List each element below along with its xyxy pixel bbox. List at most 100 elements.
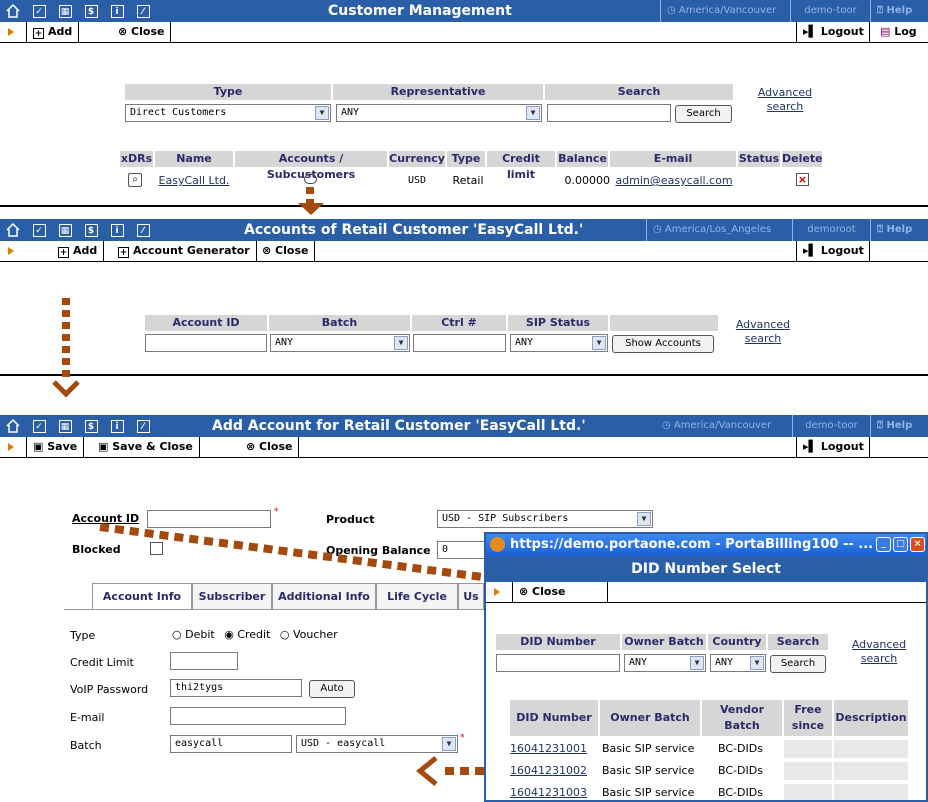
dollar-icon[interactable]: $ [78,415,104,437]
product-label: Product [326,513,375,526]
info-icon[interactable]: i [104,0,130,22]
grid-icon[interactable]: ▦ [52,0,78,22]
account-generator-button[interactable]: + Account Generator [112,241,257,261]
close-window-icon[interactable]: × [910,537,925,552]
account-id-input[interactable] [147,510,271,528]
user-name[interactable]: demo-toor [792,415,870,437]
did-number-link[interactable]: 16041231001 [510,742,598,756]
email-input[interactable] [170,707,346,725]
close-button[interactable]: ⊗ Close [256,241,316,261]
add-button[interactable]: + Add [26,22,80,42]
checkbox-icon[interactable]: ✓ [26,0,52,22]
popup-header: DID Number Select [486,556,926,582]
user-name[interactable]: demoroot [792,219,870,241]
add-button[interactable] [0,22,12,42]
close-icon: ⊗ [262,244,276,257]
country-select[interactable]: ANY ▼ [710,654,766,672]
log-button[interactable]: ▤ Log [874,22,923,42]
close-button[interactable]: ⊗ Close [112,22,172,42]
timezone[interactable]: ◷ America/Los_Angeles [646,219,792,241]
info-icon[interactable]: i [104,219,130,241]
col-credit-limit: Credit limit [487,151,555,181]
customer-name-link[interactable]: EasyCall Ltd. [155,174,233,188]
radio-voucher[interactable]: ○ Voucher [280,628,338,641]
tab-subscriber[interactable]: Subscriber [192,583,272,609]
account-id-input[interactable] [145,334,267,352]
xdrs-magnifier-icon[interactable]: ⌕ [128,173,142,187]
add-button[interactable]: + Add [52,241,105,261]
show-accounts-button[interactable]: Show Accounts [612,335,714,353]
popup-close-button[interactable]: ⊗ Close [512,582,608,602]
owner-batch-select[interactable]: ANY ▼ [624,654,706,672]
logout-button[interactable]: ▸▌ Logout [796,22,870,42]
blocked-checkbox[interactable] [150,542,163,555]
chart-icon[interactable]: ⁄ [130,415,156,437]
country-header: Country [708,634,766,650]
info-icon[interactable]: i [104,415,130,437]
radio-credit[interactable]: ◉ Credit [224,628,270,641]
did-number-link[interactable]: 16041231003 [510,786,598,800]
customer-type-select[interactable]: Direct Customers ▼ [125,104,331,122]
vendor-batch-cell: BC-DIDs [718,786,763,799]
search-input[interactable] [547,104,671,122]
timezone[interactable]: ◷ America/Vancouver [656,415,792,437]
home-icon[interactable] [0,219,26,241]
grid-icon[interactable]: ▦ [52,219,78,241]
help-link[interactable]: ⍰ Help [870,0,928,22]
batch-select[interactable]: ANY ▼ [270,334,410,352]
chart-icon[interactable]: ⁄ [130,0,156,22]
chart-icon[interactable]: ⁄ [130,219,156,241]
help-link[interactable]: ⍰ Help [870,219,928,241]
maximize-icon[interactable]: □ [893,537,908,552]
search-button[interactable]: Search [675,105,732,123]
dollar-icon[interactable]: $ [78,219,104,241]
grid-icon[interactable]: ▦ [52,415,78,437]
checkbox-icon[interactable]: ✓ [26,415,52,437]
opening-balance-label: Opening Balance [326,544,431,557]
opening-balance-input[interactable]: 0 [437,541,487,559]
owner-batch-value: ANY [629,657,648,668]
dollar-icon[interactable]: $ [78,0,104,22]
save-close-button[interactable]: ▣ Save & Close [92,437,200,457]
ctrl-input[interactable] [413,334,506,352]
advanced-search-link[interactable]: Advanced search [844,638,914,666]
description-cell [834,762,908,780]
window-titlebar[interactable]: https://demo.portaone.com - PortaBilling… [486,534,926,556]
advanced-search-link[interactable]: Advanced search [752,86,818,114]
close-button[interactable]: ⊗ Close [240,437,300,457]
minimize-icon[interactable]: _ [876,537,891,552]
help-link[interactable]: ⍰ Help [870,415,928,437]
radio-debit[interactable]: ○ Debit [172,628,215,641]
home-icon[interactable] [0,415,26,437]
user-name[interactable]: demo-toor [790,0,870,22]
tab-additional-info[interactable]: Additional Info [272,583,376,609]
credit-limit-input[interactable] [170,652,238,670]
tab-life-cycle[interactable]: Life Cycle [376,583,458,609]
did-number-link[interactable]: 16041231002 [510,764,598,778]
batch-input[interactable]: easycall [170,735,292,753]
checkbox-icon[interactable]: ✓ [26,219,52,241]
window-title: https://demo.portaone.com - PortaBilling… [510,537,874,552]
representative-select[interactable]: ANY ▼ [336,104,542,122]
email-link[interactable]: admin@easycall.com [612,174,736,188]
free-since-cell [784,740,832,758]
logout-button[interactable]: ▸▌ Logout [796,241,870,261]
account-id-label[interactable]: Account ID [72,512,142,526]
tab-account-info[interactable]: Account Info [92,583,192,609]
home-icon[interactable] [0,0,26,22]
tab-usage[interactable]: Us [458,583,484,609]
popup-search-button[interactable]: Search [770,655,826,673]
voip-password-input[interactable]: thi2tygs [170,679,302,697]
logout-button[interactable]: ▸▌ Logout [796,437,870,457]
product-select[interactable]: USD - SIP Subscribers ▼ [437,510,653,528]
save-button[interactable]: ▣ Save [26,437,85,457]
did-number-input[interactable] [496,654,620,672]
delete-icon[interactable]: × [796,173,809,186]
auto-button[interactable]: Auto [309,680,355,698]
advanced-search-link[interactable]: Advanced search [730,318,796,346]
flow-arrow-2 [62,298,70,382]
accounts-speech-icon[interactable] [304,174,317,184]
batch-select[interactable]: USD - easycall ▼ [296,735,458,753]
timezone[interactable]: ◷ America/Vancouver [660,0,790,22]
sip-status-select[interactable]: ANY ▼ [510,334,608,352]
